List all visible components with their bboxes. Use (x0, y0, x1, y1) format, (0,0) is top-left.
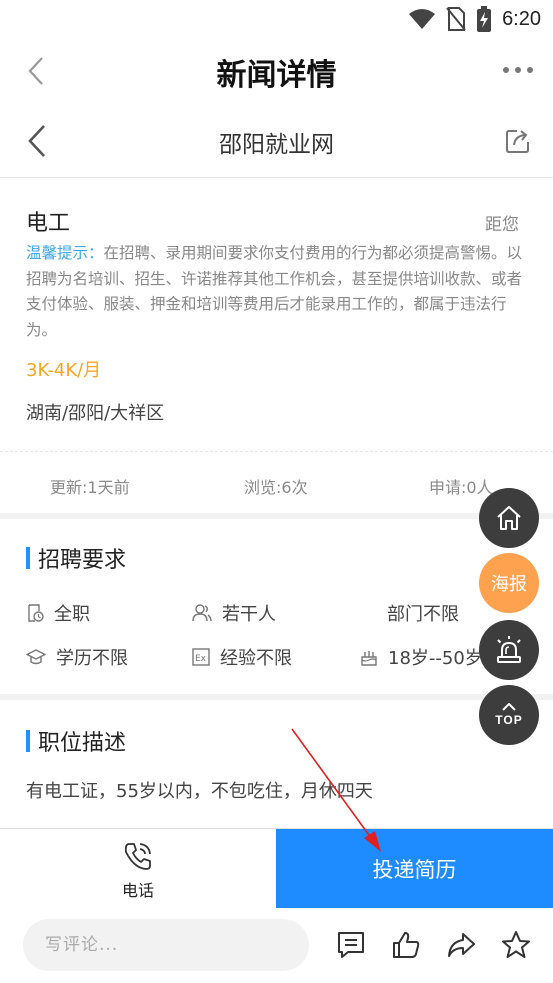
svg-text:Ex: Ex (195, 654, 207, 664)
wifi-icon (409, 9, 436, 29)
job-location: 湖南/邵阳/大祥区 (26, 403, 165, 424)
apply-resume-button[interactable]: 投递简历 (276, 829, 553, 909)
home-icon (497, 506, 521, 530)
req-experience: Ex 经验不限 (192, 644, 292, 670)
req-department: 部门不限 (387, 600, 459, 626)
stats-row: 更新:1天前 浏览:6次 申请:0人 (0, 451, 553, 513)
status-time: 6:20 (502, 7, 541, 30)
description-header: 职位描述 (26, 725, 126, 757)
job-info: 电工 距您 温馨提示：在招聘、录用期间要求你支付费用的行为都必须提高警惕。以招聘… (0, 179, 553, 451)
nav-bar: 新闻详情 (0, 38, 553, 104)
people-icon (192, 604, 212, 622)
section-accent-bar (26, 547, 30, 569)
distance-label: 距您 (485, 215, 519, 235)
chevron-up-icon (502, 703, 516, 711)
no-sim-icon (446, 7, 466, 31)
views-stat: 浏览:6次 (244, 478, 308, 497)
status-bar: 6:20 (0, 0, 553, 38)
requirements-title: 招聘要求 (38, 548, 127, 573)
updated-stat: 更新:1天前 (50, 478, 130, 497)
share-external-icon[interactable] (505, 128, 531, 154)
clock-doc-icon (28, 604, 44, 622)
comment-bar (0, 908, 553, 983)
battery-charging-icon (477, 6, 492, 32)
star-icon[interactable] (501, 930, 531, 960)
job-title: 电工 (26, 211, 71, 236)
req-department-value: 部门不限 (387, 604, 459, 625)
salary: 3K-4K/月 (26, 360, 102, 381)
poster-float-button[interactable]: 海报 (479, 553, 539, 613)
description-text: 有电工证，55岁以内，不包吃住，月休四天 (26, 781, 373, 802)
req-headcount-value: 若干人 (222, 604, 276, 625)
req-type-value: 全职 (54, 604, 90, 625)
req-age-value: 18岁--50岁 (388, 648, 483, 669)
notice-label: 温馨提示： (26, 244, 104, 262)
applications-stat: 申请:0人 (429, 478, 493, 497)
graduation-cap-icon (26, 649, 46, 665)
comments-icon[interactable] (336, 930, 366, 960)
back-to-top-button[interactable]: TOP (479, 685, 539, 745)
req-type: 全职 (26, 600, 90, 626)
home-float-button[interactable] (479, 488, 539, 548)
comment-input[interactable] (23, 919, 309, 971)
req-education-value: 学历不限 (56, 648, 128, 669)
description-section: 职位描述 有电工证，55岁以内，不包吃住，月休四天 (0, 700, 553, 828)
site-title: 邵阳就业网 (219, 132, 334, 158)
req-education: 学历不限 (26, 644, 128, 670)
requirements-section: 招聘要求 全职 若干人 部门不限 学历不限 Ex 经验不限 18岁--50岁 (0, 519, 553, 694)
thumbs-up-icon[interactable] (391, 930, 421, 960)
experience-icon: Ex (192, 648, 210, 666)
alarm-float-button[interactable] (479, 620, 539, 680)
requirements-header: 招聘要求 (26, 542, 126, 574)
phone-button[interactable]: 电话 (0, 829, 276, 909)
req-experience-value: 经验不限 (220, 648, 292, 669)
phone-icon (124, 843, 151, 870)
status-icons: 6:20 (408, 5, 541, 33)
description-title: 职位描述 (38, 731, 127, 756)
more-options-icon[interactable] (501, 58, 535, 82)
req-age: 18岁--50岁 (360, 644, 483, 670)
page-title: 新闻详情 (216, 58, 337, 93)
cake-icon (361, 651, 377, 666)
top-label: TOP (495, 713, 523, 727)
alarm-light-icon (497, 636, 521, 663)
req-headcount: 若干人 (192, 600, 276, 626)
action-bar: 电话 投递简历 (0, 828, 553, 909)
warning-notice: 温馨提示：在招聘、录用期间要求你支付费用的行为都必须提高警惕。以招聘为名培训、招… (26, 241, 527, 343)
site-header: 邵阳就业网 (0, 104, 553, 178)
share-icon[interactable] (446, 930, 476, 960)
phone-label: 电话 (121, 881, 154, 900)
section-accent-bar (26, 730, 30, 752)
